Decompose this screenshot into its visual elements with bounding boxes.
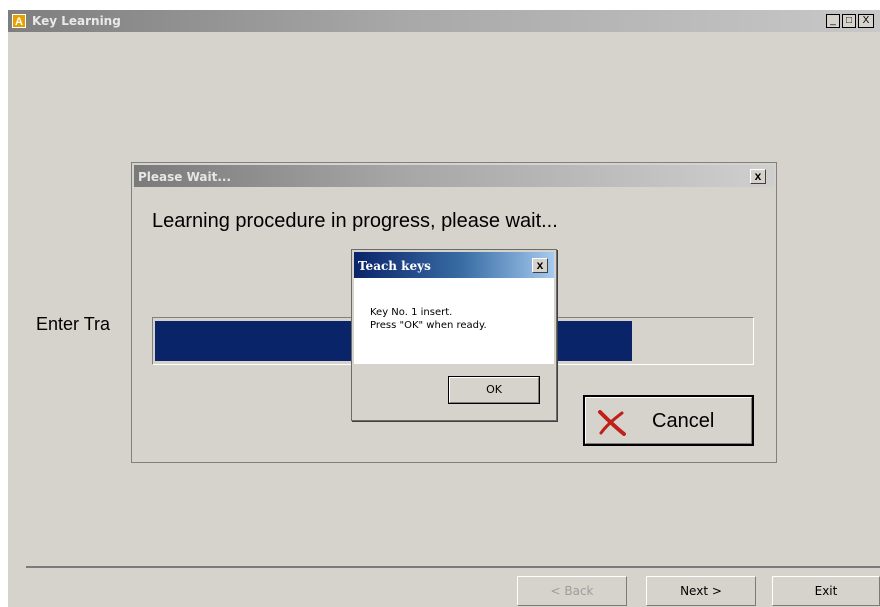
- minimize-button[interactable]: _: [826, 14, 840, 28]
- wait-dialog-close-button[interactable]: x: [750, 169, 766, 184]
- red-x-icon: [596, 410, 628, 441]
- window-title: Key Learning: [32, 14, 121, 28]
- wait-dialog-title: Please Wait...: [138, 170, 232, 184]
- back-button[interactable]: < Back: [517, 576, 627, 606]
- step-instruction: Enter Tra: [36, 314, 111, 334]
- exit-button[interactable]: Exit: [772, 576, 880, 606]
- teach-message-line2: Press "OK" when ready.: [370, 320, 487, 331]
- teach-dialog-close-button[interactable]: x: [532, 258, 548, 273]
- cancel-label: Cancel: [652, 410, 715, 432]
- ok-button[interactable]: OK: [448, 376, 540, 404]
- close-button[interactable]: X: [858, 14, 874, 28]
- app-icon: A: [12, 14, 26, 28]
- cancel-button-face[interactable]: Cancel: [585, 397, 752, 444]
- footer-separator: [26, 566, 880, 568]
- next-button[interactable]: Next >: [646, 576, 756, 606]
- maximize-button[interactable]: □: [842, 14, 856, 28]
- wait-dialog-titlebar: Please Wait... x: [134, 165, 774, 187]
- teach-dialog-body: Key No. 1 insert. Press "OK" when ready.: [354, 278, 554, 364]
- ok-button-label[interactable]: OK: [449, 377, 539, 403]
- cancel-button[interactable]: Cancel: [583, 395, 754, 446]
- teach-dialog-title: Teach keys: [358, 259, 431, 273]
- teach-dialog-titlebar: Teach keys x: [354, 252, 554, 278]
- wait-message: Learning procedure in progress, please w…: [152, 210, 558, 232]
- teach-keys-dialog: Teach keys x Key No. 1 insert. Press "OK…: [351, 249, 557, 421]
- main-titlebar: A Key Learning _ □ X: [8, 10, 880, 32]
- teach-message-line1: Key No. 1 insert.: [370, 307, 453, 318]
